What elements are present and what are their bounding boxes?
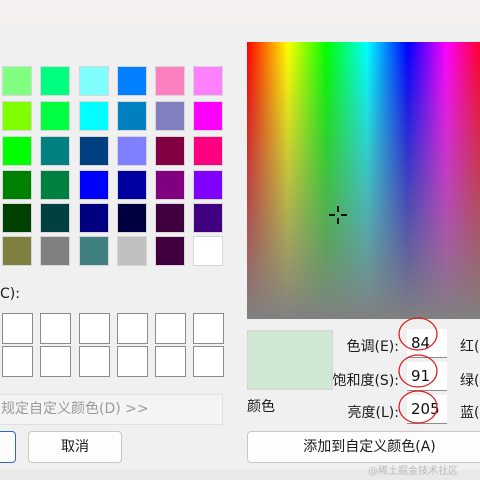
basic-color-swatch[interactable] [40,236,70,266]
basic-color-swatch[interactable] [193,236,223,266]
basic-color-swatch[interactable] [193,101,223,131]
watermark: @稀土掘金技术社区 [368,466,458,477]
custom-color-slot[interactable] [79,346,110,377]
green-label: 绿( [460,373,480,389]
basic-color-swatch[interactable] [2,101,32,131]
saturation-label: 饱和度(S): [332,373,399,389]
basic-color-swatch[interactable] [117,101,147,131]
basic-color-swatch[interactable] [193,66,223,96]
title-bar [0,0,480,24]
basic-color-swatch[interactable] [79,203,109,233]
blue-label: 蓝( [460,405,480,421]
luminance-input[interactable] [407,395,447,424]
basic-color-swatch[interactable] [193,203,223,233]
red-label: 红( [460,339,480,355]
crosshair-icon[interactable] [329,206,347,224]
basic-color-swatch[interactable] [79,170,109,200]
basic-color-swatch[interactable] [2,66,32,96]
basic-color-swatch[interactable] [79,101,109,131]
basic-color-swatch[interactable] [40,170,70,200]
basic-color-swatch[interactable] [2,136,32,166]
custom-color-slot[interactable] [155,313,186,344]
basic-color-swatch[interactable] [117,66,147,96]
basic-color-swatch[interactable] [155,136,185,166]
custom-color-slot[interactable] [40,313,71,344]
basic-color-swatch[interactable] [40,136,70,166]
basic-color-swatch[interactable] [40,203,70,233]
basic-color-swatch[interactable] [193,170,223,200]
cancel-button[interactable]: 取消 [28,431,122,463]
basic-color-swatch[interactable] [155,101,185,131]
basic-color-swatch[interactable] [155,203,185,233]
basic-color-swatch[interactable] [117,170,147,200]
custom-color-slot[interactable] [40,346,71,377]
custom-color-slot[interactable] [2,313,33,344]
basic-color-swatch[interactable] [117,136,147,166]
basic-color-swatch[interactable] [2,236,32,266]
custom-color-slot[interactable] [2,346,33,377]
color-spectrum[interactable] [247,42,480,319]
basic-color-swatch[interactable] [79,136,109,166]
custom-color-slot[interactable] [155,346,186,377]
custom-colors-label: C): [0,286,20,302]
basic-color-swatch[interactable] [117,236,147,266]
saturation-input[interactable] [407,362,447,391]
basic-color-swatch[interactable] [155,236,185,266]
basic-color-swatch[interactable] [117,203,147,233]
basic-color-swatch[interactable] [193,136,223,166]
add-to-custom-colors-button[interactable]: 添加到自定义颜色(A) [247,431,480,463]
custom-color-slot[interactable] [79,313,110,344]
custom-color-slot[interactable] [117,313,148,344]
hue-label: 色调(E): [346,339,400,355]
custom-color-slot[interactable] [193,313,224,344]
custom-color-slot[interactable] [193,346,224,377]
custom-color-slot[interactable] [117,346,148,377]
ok-button[interactable] [0,431,16,463]
basic-color-swatch[interactable] [40,101,70,131]
define-custom-colors-button[interactable]: 规定自定义颜色(D) >> [0,394,223,425]
basic-color-swatch[interactable] [155,66,185,96]
color-label: 颜色 [247,399,275,415]
basic-color-swatch[interactable] [2,203,32,233]
basic-color-swatch[interactable] [79,236,109,266]
hue-input[interactable] [407,329,447,358]
basic-color-swatch[interactable] [40,66,70,96]
basic-color-swatch[interactable] [2,170,32,200]
luminance-label: 亮度(L): [347,405,399,421]
basic-color-swatch[interactable] [155,170,185,200]
basic-color-swatch[interactable] [79,66,109,96]
